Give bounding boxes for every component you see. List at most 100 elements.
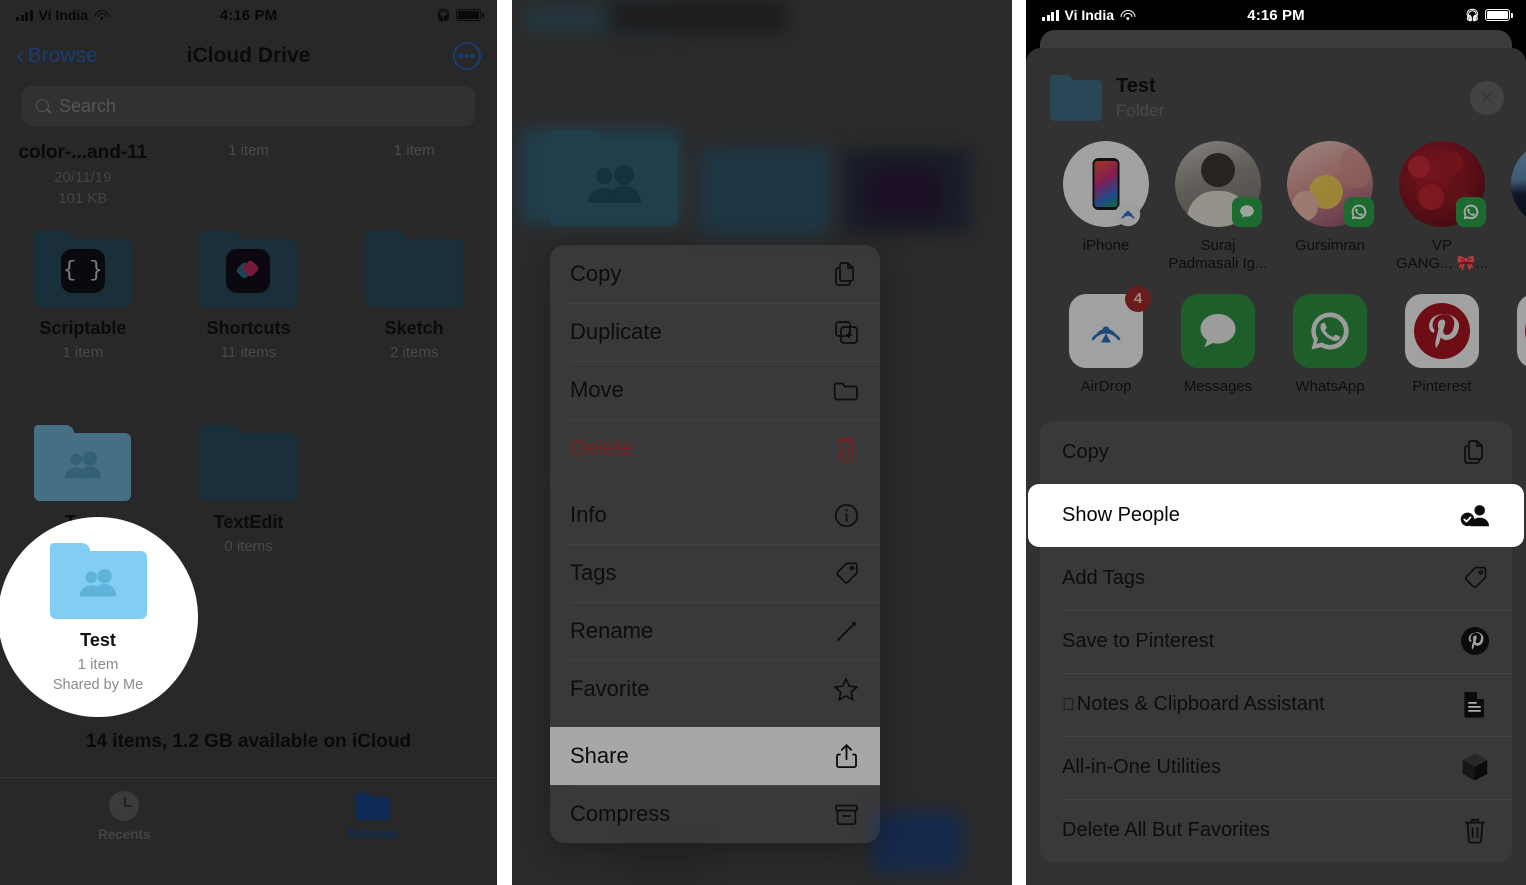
action-label: Add Tags [1062,566,1146,589]
app-partial[interactable]: C [1498,293,1526,395]
action-add-tags[interactable]: Add Tags [1040,547,1512,610]
avatar [1175,141,1262,227]
folder-item-count: 1 item [228,142,269,159]
panel-files-browser: Vi India 4:16 PM 🎧︎ ‹ Browse iCloud Driv… [0,0,497,885]
search-input[interactable]: Search [22,86,475,126]
folder-name: Test [80,630,116,650]
action-label: Save to Pinterest [1062,629,1215,652]
tag-icon [1460,563,1490,593]
contact-gursimran[interactable]: Gursimran [1274,141,1386,274]
folder-item-sketch[interactable]: Sketch 2 items [331,231,497,361]
scriptable-app-icon: { } [60,248,105,293]
tab-label: Recents [97,827,151,842]
menu-item-label: Share [570,743,629,768]
folder-icon [1050,75,1102,121]
folder-item-shortcuts[interactable]: Shortcuts 11 items [166,231,332,361]
app-label: WhatsApp [1295,377,1365,395]
back-button[interactable]: ‹ Browse [16,42,98,68]
action-label: Show People [1062,503,1180,526]
contacts-row[interactable]: iPhone Suraj Padmasali Ig... Gursimran V… [1026,141,1526,274]
contact-name: Suraj Padmasali Ig... [1168,237,1268,273]
menu-item-move[interactable]: Move [550,361,880,419]
status-bar-right: 🎧︎ [1465,9,1513,21]
folder-icon [199,425,297,501]
menu-item-label: Rename [570,618,654,643]
share-sheet-card: Test Folder ✕ iPhone Suraj Padmasali Ig.… [1026,48,1526,885]
pencil-icon [832,617,860,645]
more-circle-icon[interactable] [453,42,481,70]
app-airdrop[interactable]: 4 AirDrop [1050,285,1162,395]
app-messages[interactable]: Messages [1162,293,1274,395]
contact-iphone[interactable]: iPhone [1050,141,1162,274]
tab-bar: Recents Browse [0,777,497,855]
menu-separator [550,718,880,727]
folder-item-scriptable[interactable]: { } Scriptable 1 item [0,231,166,361]
show-people-icon [1460,500,1490,530]
action-delete-all-but-favorites[interactable]: Delete All But Favorites [1040,798,1512,862]
pinterest-icon [1460,626,1490,656]
menu-item-share[interactable]: Share [550,727,880,785]
airdrop-icon [1113,199,1143,229]
search-placeholder: Search [59,95,117,116]
menu-item-info[interactable]: Info [550,486,880,544]
folder-item-count: 1 item [77,656,119,673]
folder-item-count: 0 items [224,538,273,555]
partial-app-icon [1517,293,1526,368]
share-sheet: Test Folder ✕ iPhone Suraj Padmasali Ig.… [1026,30,1526,885]
folder-item-count: 11 items [220,344,277,361]
share-item-title: Test [1116,75,1156,97]
folder-icon [832,376,860,404]
headphones-icon: 🎧︎ [435,8,451,22]
close-icon[interactable]: ✕ [1470,81,1504,115]
folder-item-count: 1 item [62,344,104,361]
menu-item-copy[interactable]: Copy [550,245,880,303]
top-row-col1[interactable]: color-...and-11 20/11/19 101 KB [0,142,166,207]
menu-item-label: Move [570,377,624,402]
context-menu: Copy Duplicate Move Delete Info Tags Ren… [550,245,880,843]
action-notes-clipboard-assistant[interactable]: Notes & Clipboard Assistant [1040,672,1512,736]
action-copy[interactable]: Copy [1040,421,1512,484]
menu-item-delete[interactable]: Delete [550,419,880,477]
messages-icon [1181,293,1255,368]
screenshot-stage: Vi India 4:16 PM 🎧︎ ‹ Browse iCloud Driv… [0,0,1526,885]
folder-icon: { } [34,231,132,307]
menu-separator [550,477,880,486]
info-circle-icon [832,501,860,529]
menu-item-compress[interactable]: Compress [550,785,880,843]
folder-icon [365,231,463,307]
app-whatsapp[interactable]: WhatsApp [1274,293,1386,395]
app-pinterest[interactable]: Pinterest [1386,293,1498,395]
folder-name: TextEdit [213,512,284,532]
top-row-col3[interactable]: 1 item [331,142,497,207]
back-button-label: Browse [27,44,98,67]
avatar [1511,141,1526,227]
context-menu-group-3: Share Compress [550,727,880,843]
file-name: color-...and-11 [18,142,148,163]
menu-item-duplicate[interactable]: Duplicate [550,303,880,361]
contact-partial[interactable]: + 111 [1498,141,1526,274]
action-show-people[interactable]: Show People [1028,483,1524,547]
spotlight-highlight-test-folder[interactable]: Test 1 item Shared by Me [0,517,198,717]
navigation-bar: ‹ Browse iCloud Drive [0,30,497,82]
actions-list: Copy Show People Add Tags Save to Pinter… [1028,420,1524,862]
menu-item-favorite[interactable]: Favorite [550,660,880,718]
shared-folder-people-icon [49,543,147,619]
top-row-col2[interactable]: 1 item [166,142,332,207]
action-label-with-apple: Notes & Clipboard Assistant [1062,692,1325,715]
menu-item-rename[interactable]: Rename [550,602,880,660]
contact-suraj[interactable]: Suraj Padmasali Ig... [1162,141,1274,274]
menu-item-label: Duplicate [570,319,662,344]
folder-name: Shortcuts [206,318,291,338]
menu-item-tags[interactable]: Tags [550,544,880,602]
contact-vp-gang[interactable]: VP GANG... 🎀... [1386,141,1498,274]
shortcuts-app-icon [226,248,271,293]
folder-item-textedit[interactable]: TextEdit 0 items [166,425,332,575]
apps-row[interactable]: 4 AirDrop Messages WhatsApp Pinterest [1026,274,1526,411]
tab-browse[interactable]: Browse [249,778,498,855]
tab-recents[interactable]: Recents [0,778,249,855]
contact-name: Gursimran [1294,237,1365,254]
action-save-to-pinterest[interactable]: Save to Pinterest [1040,609,1512,673]
panel-context-menu: Copy Duplicate Move Delete Info Tags Ren… [512,0,1012,885]
action-all-in-one-utilities[interactable]: All-in-One Utilities [1040,735,1512,799]
app-label: Messages [1183,377,1253,395]
